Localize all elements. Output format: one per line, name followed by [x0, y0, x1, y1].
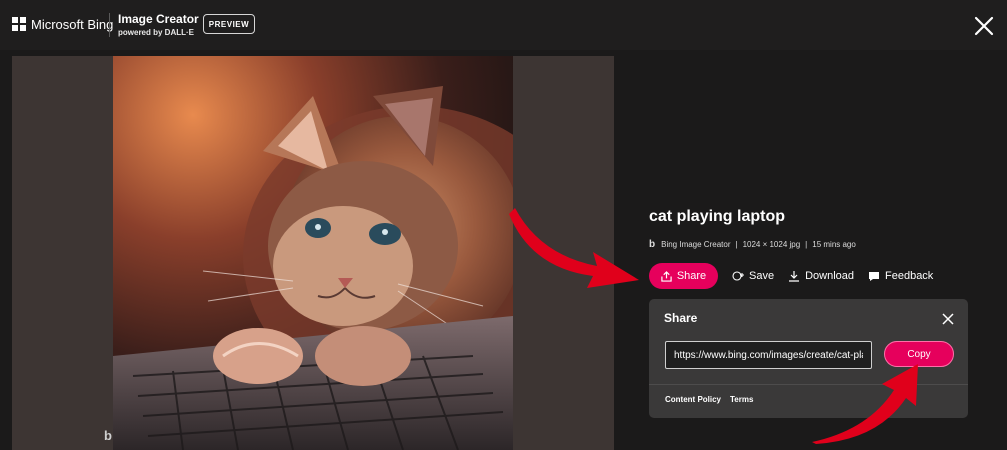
- meta-separator: |: [735, 240, 738, 249]
- meta-dimensions: 1024 × 1024 jpg: [742, 240, 801, 249]
- meta-source[interactable]: Bing Image Creator: [661, 240, 730, 249]
- meta-separator: |: [805, 240, 808, 249]
- save-button[interactable]: Save: [732, 270, 774, 282]
- product-subtitle: powered by DALL·E: [118, 28, 195, 37]
- download-label: Download: [805, 270, 854, 282]
- share-panel-divider: [649, 384, 968, 385]
- content-policy-link[interactable]: Content Policy: [665, 395, 721, 404]
- feedback-icon: [869, 272, 879, 281]
- image-title: cat playing laptop: [649, 208, 786, 225]
- share-panel-links: Content Policy Terms: [665, 395, 762, 404]
- image-meta: b Bing Image Creator | 1024 × 1024 jpg |…: [649, 239, 856, 250]
- share-panel: Share Copy Content Policy Terms: [649, 299, 968, 418]
- save-label: Save: [749, 270, 775, 282]
- image-frame: [12, 56, 614, 450]
- feedback-button[interactable]: Feedback: [868, 270, 933, 282]
- bing-watermark: b: [104, 428, 112, 443]
- close-icon[interactable]: [941, 312, 955, 326]
- brand-name[interactable]: Microsoft Bing: [31, 17, 113, 32]
- microsoft-logo-icon: [12, 17, 26, 31]
- preview-badge: PREVIEW: [203, 14, 255, 34]
- feedback-label: Feedback: [885, 270, 934, 282]
- meta-age: 15 mins ago: [812, 240, 856, 249]
- share-panel-title: Share: [664, 311, 698, 325]
- download-icon: [789, 271, 800, 282]
- save-icon: [732, 271, 744, 281]
- action-bar: Share Save Download Feedback: [649, 263, 933, 289]
- bing-icon: b: [649, 239, 656, 250]
- kitten-artwork-image[interactable]: [113, 56, 513, 450]
- close-icon[interactable]: [972, 14, 996, 38]
- copy-button[interactable]: Copy: [884, 341, 954, 367]
- product-title[interactable]: Image Creator: [118, 12, 199, 26]
- share-button[interactable]: Share: [649, 263, 718, 289]
- terms-link[interactable]: Terms: [730, 395, 753, 404]
- download-button[interactable]: Download: [788, 270, 854, 282]
- share-label: Share: [676, 270, 707, 282]
- share-url-input[interactable]: [665, 341, 872, 369]
- header-divider: [109, 13, 110, 37]
- top-bar: Microsoft Bing Image Creator powered by …: [0, 0, 1007, 50]
- share-icon: [661, 270, 672, 282]
